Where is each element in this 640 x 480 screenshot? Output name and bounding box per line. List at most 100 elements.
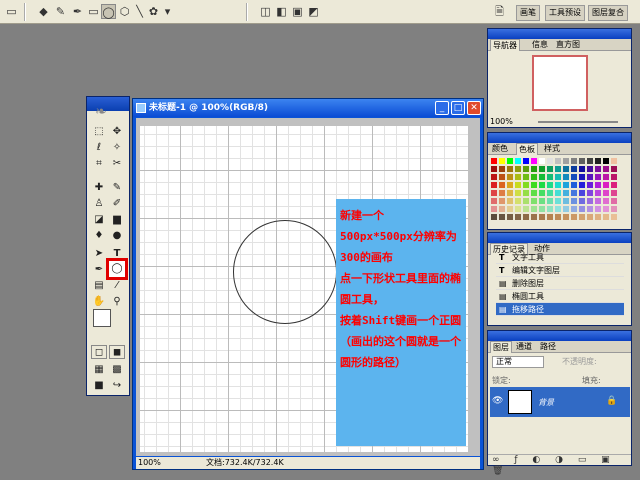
swatch[interactable]	[570, 173, 578, 181]
swatch[interactable]	[514, 213, 522, 221]
imageready-icon[interactable]: ↪	[109, 379, 125, 393]
tab-layer-comps[interactable]: 图层复合	[588, 5, 628, 21]
swatch[interactable]	[498, 213, 506, 221]
swatch[interactable]	[538, 157, 546, 165]
tab-layers[interactable]: 图层	[490, 341, 512, 353]
history-item[interactable]: T 文字工具	[496, 251, 624, 264]
swatch[interactable]	[586, 165, 594, 173]
screen-mode-black-icon[interactable]: ■	[91, 379, 107, 393]
swatch[interactable]	[522, 165, 530, 173]
swatch[interactable]	[562, 205, 570, 213]
swatch[interactable]	[498, 165, 506, 173]
zoom-value[interactable]: 100%	[138, 457, 161, 469]
swatch[interactable]	[594, 205, 602, 213]
swatch[interactable]	[570, 157, 578, 165]
tab-brushes[interactable]: 画笔	[516, 5, 540, 21]
swatch[interactable]	[538, 197, 546, 205]
path-select-icon[interactable]: ➤	[91, 247, 107, 261]
swatch[interactable]	[562, 173, 570, 181]
swatch[interactable]	[506, 189, 514, 197]
brush-tool-icon[interactable]: ✎	[109, 181, 125, 195]
swatch[interactable]	[546, 173, 554, 181]
swatch[interactable]	[506, 205, 514, 213]
swatch[interactable]	[522, 181, 530, 189]
swatch[interactable]	[538, 189, 546, 197]
swatch[interactable]	[594, 157, 602, 165]
swatch[interactable]	[594, 165, 602, 173]
swatch[interactable]	[554, 181, 562, 189]
swatch[interactable]	[514, 181, 522, 189]
ellipse-tool-icon[interactable]: ◯	[106, 258, 128, 280]
maximize-button[interactable]: □	[451, 101, 465, 115]
navigator-zoom[interactable]: 100%	[490, 117, 513, 126]
swatch[interactable]	[546, 157, 554, 165]
swatch[interactable]	[586, 189, 594, 197]
foreground-color-swatch[interactable]	[93, 309, 111, 327]
close-button[interactable]: ✕	[467, 101, 481, 115]
swatch[interactable]	[490, 181, 498, 189]
history-item[interactable]: T 编辑文字图层	[496, 264, 624, 277]
swatch[interactable]	[522, 197, 530, 205]
swatch[interactable]	[586, 173, 594, 181]
swatch[interactable]	[530, 157, 538, 165]
swatch[interactable]	[586, 205, 594, 213]
swatch[interactable]	[546, 189, 554, 197]
swatch[interactable]	[602, 189, 610, 197]
healing-brush-icon[interactable]: ✚	[91, 181, 107, 195]
history-item[interactable]: ▤ 删除图层	[496, 277, 624, 290]
swatch[interactable]	[554, 197, 562, 205]
swatch[interactable]	[578, 165, 586, 173]
swatch[interactable]	[530, 189, 538, 197]
swatch[interactable]	[562, 157, 570, 165]
notes-tool-icon[interactable]: ▤	[91, 279, 107, 293]
swatch[interactable]	[578, 173, 586, 181]
line-icon[interactable]: ╲	[132, 4, 147, 19]
hand-tool-icon[interactable]: ✋	[91, 295, 107, 309]
navigator-preview[interactable]	[532, 55, 588, 111]
gradient-tool-icon[interactable]: ▆	[109, 213, 125, 227]
tab-histogram[interactable]: 直方图	[554, 39, 582, 51]
tool-preset-icon[interactable]: ▭	[4, 4, 19, 19]
swatch[interactable]	[498, 157, 506, 165]
path-add-icon[interactable]: ◫	[258, 4, 273, 19]
swatch[interactable]	[490, 189, 498, 197]
swatch[interactable]	[602, 173, 610, 181]
swatch[interactable]	[530, 165, 538, 173]
paths-icon[interactable]: ✎	[53, 4, 68, 19]
swatch[interactable]	[490, 165, 498, 173]
zoom-tool-icon[interactable]: ⚲	[109, 295, 125, 309]
circle-path[interactable]	[233, 220, 337, 324]
rectangle-icon[interactable]: ▭	[86, 4, 101, 19]
swatch[interactable]	[522, 173, 530, 181]
swatch[interactable]	[610, 205, 618, 213]
ellipse-icon[interactable]: ◯	[101, 4, 116, 19]
swatch[interactable]	[594, 181, 602, 189]
minimize-button[interactable]: _	[435, 101, 449, 115]
layer-name[interactable]: 背景	[538, 397, 554, 408]
swatch[interactable]	[602, 181, 610, 189]
swatch[interactable]	[498, 197, 506, 205]
tab-tool-presets[interactable]: 工具预设	[545, 5, 585, 21]
lasso-tool-icon[interactable]: ℓ	[91, 141, 107, 155]
swatch[interactable]	[578, 205, 586, 213]
swatch[interactable]	[554, 189, 562, 197]
layer-row[interactable]: 👁 背景 🔒	[490, 387, 630, 417]
swatch[interactable]	[546, 181, 554, 189]
swatch[interactable]	[498, 189, 506, 197]
swatch[interactable]	[530, 205, 538, 213]
swatch[interactable]	[522, 205, 530, 213]
tab-styles[interactable]: 样式	[542, 143, 562, 155]
swatch-grid[interactable]	[490, 157, 618, 221]
swatch[interactable]	[530, 181, 538, 189]
swatch[interactable]	[610, 157, 618, 165]
swatch[interactable]	[554, 157, 562, 165]
swatch[interactable]	[522, 213, 530, 221]
tab-info[interactable]: 信息	[530, 39, 550, 51]
swatch[interactable]	[602, 205, 610, 213]
swatch[interactable]	[546, 205, 554, 213]
screen-mode-standard-icon[interactable]: ▦	[91, 363, 107, 377]
swatch[interactable]	[506, 181, 514, 189]
swatch[interactable]	[570, 197, 578, 205]
chevron-down-icon[interactable]: ▾	[160, 4, 175, 19]
move-tool-icon[interactable]: ✥	[109, 125, 125, 139]
